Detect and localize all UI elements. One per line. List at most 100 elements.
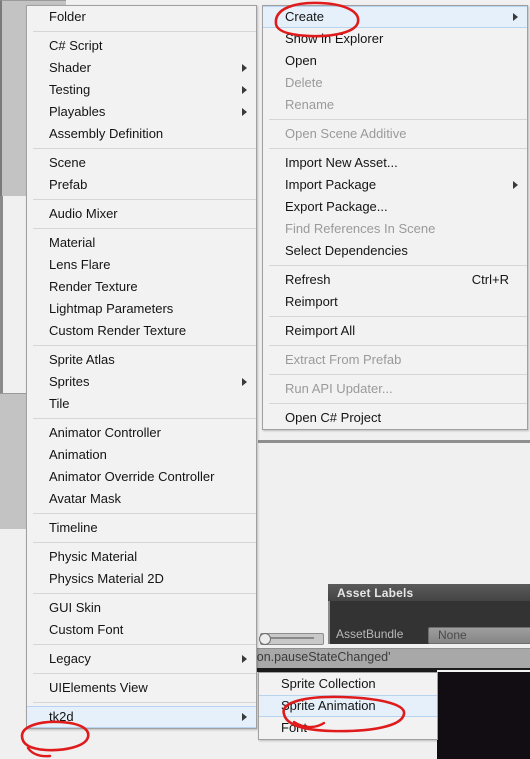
menu-item-refresh[interactable]: Refresh Ctrl+R bbox=[263, 269, 527, 291]
menu-separator bbox=[269, 345, 527, 346]
menu-item-import-new-asset[interactable]: Import New Asset... bbox=[263, 152, 527, 174]
menu-item-assembly-definition[interactable]: Assembly Definition bbox=[27, 123, 256, 145]
menu-item-label: Assembly Definition bbox=[49, 126, 164, 141]
menu-separator bbox=[269, 265, 527, 266]
editor-console-panel[interactable] bbox=[437, 672, 530, 759]
menu-item-material[interactable]: Material bbox=[27, 232, 256, 254]
menu-item-custom-render-texture[interactable]: Custom Render Texture bbox=[27, 320, 256, 342]
menu-item-label: Animator Controller bbox=[49, 425, 161, 440]
menu-item-tile[interactable]: Tile bbox=[27, 393, 256, 415]
menu-item-testing[interactable]: Testing bbox=[27, 79, 256, 101]
menu-item-label: Create bbox=[285, 9, 325, 24]
menu-item-prefab[interactable]: Prefab bbox=[27, 174, 256, 196]
project-context-menu-panel[interactable]: Create Show in Explorer Open Delete Rename Op… bbox=[262, 5, 528, 430]
menu-item-create[interactable]: Create bbox=[263, 6, 527, 28]
menu-item-sprite-collection[interactable]: Sprite Collection bbox=[259, 673, 437, 695]
menu-item-label: Lens Flare bbox=[49, 257, 111, 272]
editor-zoom-slider-knob[interactable] bbox=[259, 633, 271, 645]
menu-item-tk2d[interactable]: tk2d bbox=[27, 706, 256, 728]
menu-item-open[interactable]: Open bbox=[263, 50, 527, 72]
menu-item-legacy[interactable]: Legacy bbox=[27, 648, 256, 670]
menu-item-shader[interactable]: Shader bbox=[27, 57, 256, 79]
menu-item-show-in-explorer[interactable]: Show in Explorer bbox=[263, 28, 527, 50]
editor-panel-divider[interactable] bbox=[0, 196, 3, 393]
menu-item-label: Show in Explorer bbox=[285, 31, 384, 46]
menu-item-sprites[interactable]: Sprites bbox=[27, 371, 256, 393]
menu-item-sprite-atlas[interactable]: Sprite Atlas bbox=[27, 349, 256, 371]
menu-item-label: Tile bbox=[49, 396, 70, 411]
menu-item-label: Export Package... bbox=[285, 199, 388, 214]
menu-item-sprite-animation[interactable]: Sprite Animation bbox=[259, 695, 437, 717]
menu-item-avatar-mask[interactable]: Avatar Mask bbox=[27, 488, 256, 510]
menu-item-physic-material[interactable]: Physic Material bbox=[27, 546, 256, 568]
menu-separator bbox=[33, 593, 256, 594]
menu-separator bbox=[33, 702, 256, 703]
menu-item-import-package[interactable]: Import Package bbox=[263, 174, 527, 196]
menu-item-label: Open bbox=[285, 53, 317, 68]
menu-item-audio-mixer[interactable]: Audio Mixer bbox=[27, 203, 256, 225]
chevron-right-icon bbox=[242, 108, 247, 116]
menu-item-label: Refresh bbox=[285, 272, 331, 287]
menu-item-label: Audio Mixer bbox=[49, 206, 118, 221]
menu-item-label: Custom Font bbox=[49, 622, 124, 637]
menu-item-physics-material-2d[interactable]: Physics Material 2D bbox=[27, 568, 256, 590]
menu-item-select-dependencies[interactable]: Select Dependencies bbox=[263, 240, 527, 262]
asset-labels-title: Asset Labels bbox=[337, 586, 414, 600]
menu-item-custom-font[interactable]: Custom Font bbox=[27, 619, 256, 641]
menu-item-timeline[interactable]: Timeline bbox=[27, 517, 256, 539]
menu-item-label: GUI Skin bbox=[49, 600, 102, 615]
menu-item-label: Render Texture bbox=[49, 279, 138, 294]
menu-item-lightmap-parameters[interactable]: Lightmap Parameters bbox=[27, 298, 256, 320]
menu-item-label: Delete bbox=[285, 75, 323, 90]
menu-item-label: Select Dependencies bbox=[285, 243, 408, 258]
menu-item-label: Shader bbox=[49, 60, 91, 75]
menu-item-folder[interactable]: Folder bbox=[27, 6, 256, 28]
menu-separator bbox=[33, 418, 256, 419]
menu-item-reimport[interactable]: Reimport bbox=[263, 291, 527, 313]
menu-item-label: Find References In Scene bbox=[285, 221, 436, 236]
menu-separator bbox=[269, 148, 527, 149]
menu-item-open-c-project[interactable]: Open C# Project bbox=[263, 407, 527, 429]
menu-item-export-package[interactable]: Export Package... bbox=[263, 196, 527, 218]
menu-item-rename: Rename bbox=[263, 94, 527, 116]
menu-item-label: Avatar Mask bbox=[49, 491, 122, 506]
asset-bundle-label: AssetBundle bbox=[336, 627, 404, 641]
menu-item-label: Reimport bbox=[285, 294, 338, 309]
menu-separator bbox=[33, 228, 256, 229]
menu-item-c-script[interactable]: C# Script bbox=[27, 35, 256, 57]
menu-item-label: Open Scene Additive bbox=[285, 126, 407, 141]
menu-separator bbox=[33, 513, 256, 514]
menu-item-reimport-all[interactable]: Reimport All bbox=[263, 320, 527, 342]
menu-item-label: Run API Updater... bbox=[285, 381, 393, 396]
menu-item-animator-override-controller[interactable]: Animator Override Controller bbox=[27, 466, 256, 488]
menu-separator bbox=[33, 31, 256, 32]
editor-status-text: ion.pauseStateChanged' bbox=[254, 650, 391, 664]
screenshot-stage: Asset Labels AssetBundle None ion.pauseS… bbox=[0, 0, 530, 759]
menu-item-animator-controller[interactable]: Animator Controller bbox=[27, 422, 256, 444]
menu-item-lens-flare[interactable]: Lens Flare bbox=[27, 254, 256, 276]
menu-item-run-api-updater: Run API Updater... bbox=[263, 378, 527, 400]
menu-item-font[interactable]: Font bbox=[259, 717, 437, 739]
menu-item-label: Sprite Atlas bbox=[49, 352, 115, 367]
menu-item-scene[interactable]: Scene bbox=[27, 152, 256, 174]
menu-item-label: Sprites bbox=[49, 374, 90, 389]
menu-item-render-texture[interactable]: Render Texture bbox=[27, 276, 256, 298]
menu-item-label: Animation bbox=[49, 447, 107, 462]
menu-item-label: Scene bbox=[49, 155, 86, 170]
create-submenu-panel[interactable]: Folder C# Script Shader Testing Playables Ass… bbox=[26, 5, 257, 729]
menu-item-uielements-view[interactable]: UIElements View bbox=[27, 677, 256, 699]
menu-item-open-scene-additive: Open Scene Additive bbox=[263, 123, 527, 145]
menu-item-gui-skin[interactable]: GUI Skin bbox=[27, 597, 256, 619]
menu-item-label: Custom Render Texture bbox=[49, 323, 187, 338]
menu-item-shortcut: Ctrl+R bbox=[471, 272, 509, 287]
menu-item-animation[interactable]: Animation bbox=[27, 444, 256, 466]
menu-item-delete: Delete bbox=[263, 72, 527, 94]
menu-item-label: C# Script bbox=[49, 38, 103, 53]
menu-item-label: Reimport All bbox=[285, 323, 356, 338]
menu-item-label: UIElements View bbox=[49, 680, 148, 695]
menu-separator bbox=[33, 542, 256, 543]
menu-item-label: Folder bbox=[49, 9, 86, 24]
tk2d-submenu-panel[interactable]: Sprite Collection Sprite Animation Font bbox=[258, 672, 438, 740]
menu-item-playables[interactable]: Playables bbox=[27, 101, 256, 123]
menu-separator bbox=[33, 148, 256, 149]
